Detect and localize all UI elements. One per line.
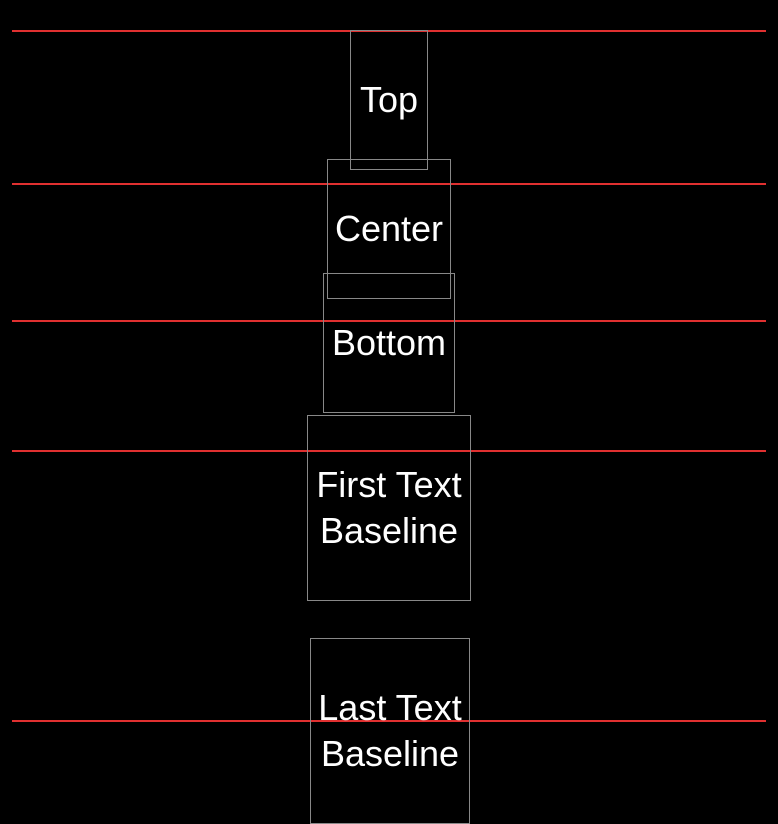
alignment-label-bottom: Bottom xyxy=(323,273,455,413)
alignment-label-text: Top xyxy=(355,77,423,123)
alignment-label-text: First Text Baseline xyxy=(312,462,466,554)
alignment-label-text: Bottom xyxy=(328,320,450,366)
alignment-label-last-baseline: Last Text Baseline xyxy=(310,638,470,824)
alignment-label-first-baseline: First Text Baseline xyxy=(307,415,471,601)
alignment-label-text: Last Text Baseline xyxy=(315,685,465,777)
alignment-label-top: Top xyxy=(350,30,428,170)
alignment-label-text: Center xyxy=(332,206,446,252)
